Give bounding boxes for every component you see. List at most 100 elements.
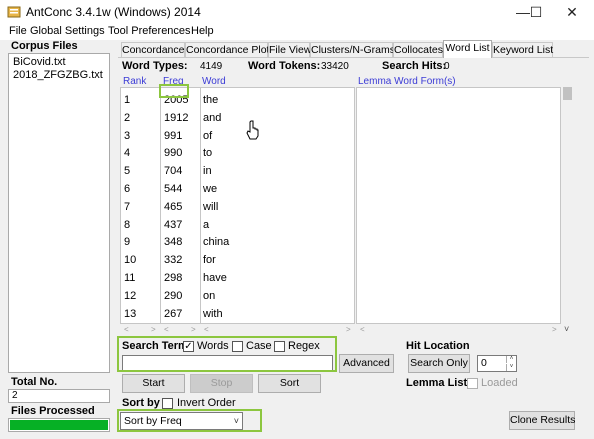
- word-types-value: 4149: [200, 61, 223, 72]
- sort-by-label: Sort by: [122, 397, 160, 409]
- word-cell[interactable]: we: [203, 183, 217, 195]
- tab-concordance-plot[interactable]: Concordance Plot: [185, 42, 269, 57]
- scrollbar-thumb[interactable]: [563, 87, 572, 100]
- word-cell[interactable]: and: [203, 112, 221, 124]
- column-header-word[interactable]: Word: [202, 76, 226, 87]
- freq-cell[interactable]: 465: [164, 201, 182, 213]
- word-cell[interactable]: the: [203, 94, 218, 106]
- rank-cell[interactable]: 10: [124, 254, 136, 266]
- invert-order-checkbox[interactable]: [162, 398, 173, 409]
- spinner-up-icon[interactable]: ˄: [506, 356, 516, 363]
- rank-cell[interactable]: 3: [124, 130, 130, 142]
- clone-results-button[interactable]: Clone Results: [509, 411, 575, 430]
- freq-cell[interactable]: 267: [164, 308, 182, 320]
- freq-cell[interactable]: 290: [164, 290, 182, 302]
- hit-location-value[interactable]: 0: [481, 357, 487, 369]
- corpus-file-item[interactable]: 2018_ZFGZBG.txt: [13, 69, 103, 81]
- column-header-lemma[interactable]: Lemma Word Form(s): [358, 76, 456, 87]
- menu-file[interactable]: File: [9, 25, 27, 37]
- word-cell[interactable]: to: [203, 147, 212, 159]
- word-tokens-value: 33420: [321, 61, 349, 72]
- tab-file-view[interactable]: File View: [268, 42, 311, 57]
- word-cell[interactable]: with: [203, 308, 223, 320]
- corpus-files-list[interactable]: BiCovid.txt 2018_ZFGZBG.txt: [8, 53, 110, 373]
- stop-button[interactable]: Stop: [190, 374, 253, 393]
- lemma-list-label: Lemma List: [406, 377, 468, 389]
- advanced-button[interactable]: Advanced: [339, 354, 394, 373]
- word-cell[interactable]: for: [203, 254, 216, 266]
- word-cell[interactable]: in: [203, 165, 212, 177]
- freq-cell[interactable]: 991: [164, 130, 182, 142]
- menu-tool-preferences[interactable]: Tool Preferences: [108, 25, 191, 37]
- window-title: AntConc 3.4.1w (Windows) 2014: [26, 5, 201, 19]
- vertical-scrollbar[interactable]: [561, 87, 574, 335]
- rank-cell[interactable]: 6: [124, 183, 130, 195]
- menu-bar: File Global Settings Tool Preferences He…: [0, 24, 594, 40]
- rank-cell[interactable]: 1: [124, 94, 130, 106]
- rank-cell[interactable]: 8: [124, 219, 130, 231]
- freq-cell[interactable]: 1912: [164, 112, 188, 124]
- freq-cell[interactable]: 298: [164, 272, 182, 284]
- maximize-button[interactable]: ☐: [521, 0, 551, 24]
- scroll-left-arrow-icon[interactable]: <: [164, 325, 169, 334]
- rank-cell[interactable]: 5: [124, 165, 130, 177]
- scroll-down-arrow-icon[interactable]: ˅: [564, 324, 569, 334]
- tab-word-list[interactable]: Word List: [443, 40, 492, 58]
- tab-concordance[interactable]: Concordance: [121, 42, 185, 57]
- word-cell[interactable]: of: [203, 130, 212, 142]
- freq-list[interactable]: 2005 1912 991 990 704 544 465 437 348 332 298 290 26…: [160, 87, 201, 324]
- rank-cell[interactable]: 12: [124, 290, 136, 302]
- rank-cell[interactable]: 2: [124, 112, 130, 124]
- word-cell[interactable]: have: [203, 272, 227, 284]
- word-cell[interactable]: on: [203, 290, 215, 302]
- word-list[interactable]: the and of to in we will a china for have on with: [200, 87, 355, 324]
- freq-cell[interactable]: 544: [164, 183, 182, 195]
- freq-cell[interactable]: 437: [164, 219, 182, 231]
- scroll-right-arrow-icon[interactable]: >: [191, 325, 196, 334]
- scroll-right-arrow-icon[interactable]: >: [552, 325, 557, 334]
- rank-cell[interactable]: 4: [124, 147, 130, 159]
- spinner-down-icon[interactable]: ˅: [506, 364, 516, 371]
- freq-cell[interactable]: 332: [164, 254, 182, 266]
- menu-help[interactable]: Help: [191, 25, 214, 37]
- sort-button[interactable]: Sort: [258, 374, 321, 393]
- column-header-rank[interactable]: Rank: [123, 76, 146, 87]
- files-processed-progress: [8, 418, 110, 432]
- tab-collocates[interactable]: Collocates: [393, 42, 443, 57]
- scroll-left-arrow-icon[interactable]: <: [360, 325, 365, 334]
- tab-keyword-list[interactable]: Keyword List: [492, 42, 553, 57]
- freq-highlight-box: [159, 84, 189, 98]
- scroll-right-arrow-icon[interactable]: >: [151, 325, 156, 334]
- rank-cell[interactable]: 11: [124, 272, 135, 284]
- rank-cell[interactable]: 7: [124, 201, 130, 213]
- lemma-loaded-label: Loaded: [481, 377, 518, 389]
- start-button[interactable]: Start: [122, 374, 185, 393]
- search-only-button[interactable]: Search Only: [408, 354, 470, 373]
- menu-global-settings[interactable]: Global Settings: [30, 25, 105, 37]
- antconc-app-icon: [7, 6, 21, 18]
- scroll-left-arrow-icon[interactable]: <: [204, 325, 209, 334]
- rank-cell[interactable]: 13: [124, 308, 136, 320]
- tab-clusters-ngrams[interactable]: Clusters/N-Grams: [310, 42, 395, 57]
- freq-cell[interactable]: 990: [164, 147, 182, 159]
- word-types-label: Word Types:: [122, 60, 188, 72]
- rank-cell[interactable]: 9: [124, 236, 130, 248]
- corpus-files-label: Corpus Files: [11, 40, 78, 52]
- word-cell[interactable]: china: [203, 236, 229, 248]
- word-cell[interactable]: will: [203, 201, 218, 213]
- scroll-right-arrow-icon[interactable]: >: [346, 325, 351, 334]
- freq-cell[interactable]: 704: [164, 165, 182, 177]
- corpus-file-item[interactable]: BiCovid.txt: [13, 56, 66, 68]
- sort-by-highlight-box: [117, 409, 262, 432]
- hand-cursor-icon: [246, 120, 259, 140]
- lemma-loaded-checkbox[interactable]: [467, 378, 478, 389]
- close-button[interactable]: ✕: [552, 0, 592, 24]
- total-no-value: 2: [8, 389, 110, 403]
- scroll-left-arrow-icon[interactable]: <: [124, 325, 129, 334]
- word-cell[interactable]: a: [203, 219, 209, 231]
- lemma-word-forms-list[interactable]: [356, 87, 561, 324]
- freq-cell[interactable]: 348: [164, 236, 182, 248]
- search-hits-label: Search Hits:: [382, 60, 447, 72]
- hit-location-spinner[interactable]: 0 ˄ ˅: [477, 355, 517, 372]
- rank-list[interactable]: 1 2 3 4 5 6 7 8 9 10 11 12 13: [120, 87, 161, 324]
